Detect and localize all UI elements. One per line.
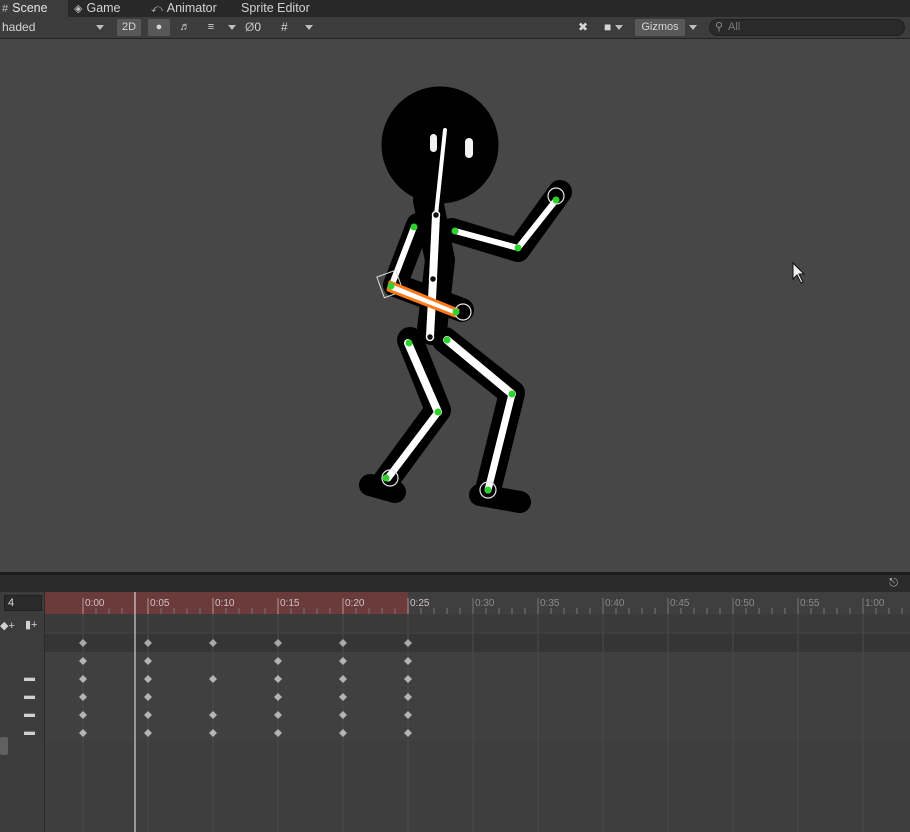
ruler-label: 0:40	[605, 598, 625, 609]
gamepad-icon: ◈	[74, 3, 83, 15]
tools-icon: ✖	[578, 20, 589, 34]
frame-value: 4	[8, 597, 15, 609]
ruler-label: 0:25	[410, 598, 430, 609]
property-row-markers: ▬ ▬ ▬ ▬	[0, 632, 44, 742]
tab-animator[interactable]: ⤺ Animator	[151, 0, 217, 17]
gizmos-dropdown[interactable]	[689, 19, 699, 36]
shading-mode-dropdown[interactable]: haded	[2, 19, 106, 36]
camera-button[interactable]: ■	[604, 19, 634, 36]
ruler-label: 0:00	[85, 598, 105, 609]
search-icon: ⚲	[715, 21, 724, 33]
gizmos-label: Gizmos	[641, 21, 679, 33]
search-input[interactable]: ⚲ All	[709, 19, 905, 36]
editor-tab-bar: # Scene ◈ Game ⤺ Animator Sprite Editor	[0, 0, 910, 17]
grid-dropdown[interactable]	[305, 19, 315, 36]
tab-game[interactable]: ◈ Game	[74, 0, 121, 17]
track-row	[45, 724, 910, 741]
tab-animator-label: Animator	[166, 1, 217, 15]
timeline-ruler[interactable]: 0:00 0:05 0:10 0:15 0:20 0:25 0:30 0:35 0:40 0:45…	[45, 592, 910, 614]
add-event-icon[interactable]: ▮+	[25, 618, 37, 631]
effects-toggle-button[interactable]: ≡	[200, 19, 222, 36]
dopesheet[interactable]	[45, 614, 910, 832]
animator-icon: ⤺	[151, 3, 163, 15]
grid-snap-icon: #	[281, 20, 288, 34]
tools-button[interactable]: ✖	[578, 19, 594, 36]
ruler-label: 0:45	[670, 598, 690, 609]
mouse-cursor-icon	[792, 261, 806, 284]
lighting-toggle-button[interactable]: ●	[148, 19, 170, 36]
animation-window: ⎋ 4 ◆+ ▮+ ▬ ▬ ▬ ▬ 0:00 0:05 0:10 0:15 0:20 0:…	[0, 575, 910, 832]
tab-game-label: Game	[86, 1, 121, 15]
grid-icon: #	[2, 3, 9, 15]
effects-dropdown[interactable]	[228, 19, 238, 36]
scene-view[interactable]	[0, 39, 910, 572]
ruler-label: 1:00	[865, 598, 885, 609]
add-keyframe-icon[interactable]: ◆+	[0, 619, 15, 632]
ruler-label: 0:30	[475, 598, 495, 609]
track-row	[45, 652, 910, 669]
ruler-label: 0:35	[540, 598, 560, 609]
property-row-dot: ▬	[24, 690, 35, 702]
track-row	[45, 706, 910, 723]
ruler-label: 0:15	[280, 598, 300, 609]
layers-icon: ≡	[207, 21, 215, 33]
tab-sprite-editor[interactable]: Sprite Editor	[241, 0, 310, 17]
ruler-label: 0:55	[800, 598, 820, 609]
shading-mode-label: haded	[2, 20, 36, 34]
search-placeholder: All	[728, 21, 741, 33]
chevron-down-icon	[689, 25, 697, 31]
chevron-down-icon	[305, 25, 313, 31]
property-row-dot: ▬	[24, 708, 35, 720]
audio-toggle-button[interactable]: ♬	[174, 19, 196, 36]
dopesheet-graphic	[45, 614, 910, 832]
grid-toggle-button[interactable]: #	[281, 19, 295, 36]
chevron-down-icon	[228, 25, 236, 31]
2d-toggle-label: 2D	[121, 21, 137, 33]
tab-sprite-editor-label: Sprite Editor	[241, 1, 310, 15]
ruler-label: 0:05	[150, 598, 170, 609]
properties-panel: 4 ◆+ ▮+ ▬ ▬ ▬ ▬	[0, 592, 45, 832]
timeline-ruler-graphic: 0:00 0:05 0:10 0:15 0:20 0:25 0:30 0:35 0:40 0:45…	[45, 592, 903, 614]
track-row	[45, 688, 910, 705]
tab-scene[interactable]: # Scene	[0, 0, 68, 17]
ruler-label: 0:10	[215, 598, 235, 609]
speaker-icon: ♬	[179, 21, 191, 33]
lock-icon[interactable]: ⎋	[889, 577, 898, 590]
eye-slash-icon: Ø	[245, 20, 255, 34]
lightbulb-icon: ●	[155, 21, 163, 33]
chevron-down-icon	[96, 25, 104, 30]
scene-toolbar: haded 2D ● ♬ ≡ Ø0 # ✖ ■ Gizmos ⚲ All	[0, 17, 910, 39]
hidden-count: 0	[254, 20, 262, 34]
gizmos-button[interactable]: Gizmos	[635, 19, 685, 36]
track-row	[45, 670, 910, 687]
ruler-label: 0:50	[735, 598, 755, 609]
stickman-rig	[359, 86, 806, 513]
camera-icon: ■	[604, 20, 612, 34]
scrollbar[interactable]	[0, 737, 8, 755]
animation-header: ⎋	[0, 575, 910, 592]
tab-scene-label: Scene	[12, 1, 48, 15]
summary-row	[45, 634, 910, 652]
summary-row-header	[45, 614, 910, 632]
ruler-label: 0:20	[345, 598, 365, 609]
hidden-objects-toggle[interactable]: Ø0	[245, 19, 275, 36]
frame-input[interactable]: 4	[4, 595, 42, 611]
property-row-dot: ▬	[24, 672, 35, 684]
chevron-down-icon	[614, 25, 623, 31]
2d-toggle-button[interactable]: 2D	[117, 19, 141, 36]
property-row-dot: ▬	[24, 726, 35, 738]
